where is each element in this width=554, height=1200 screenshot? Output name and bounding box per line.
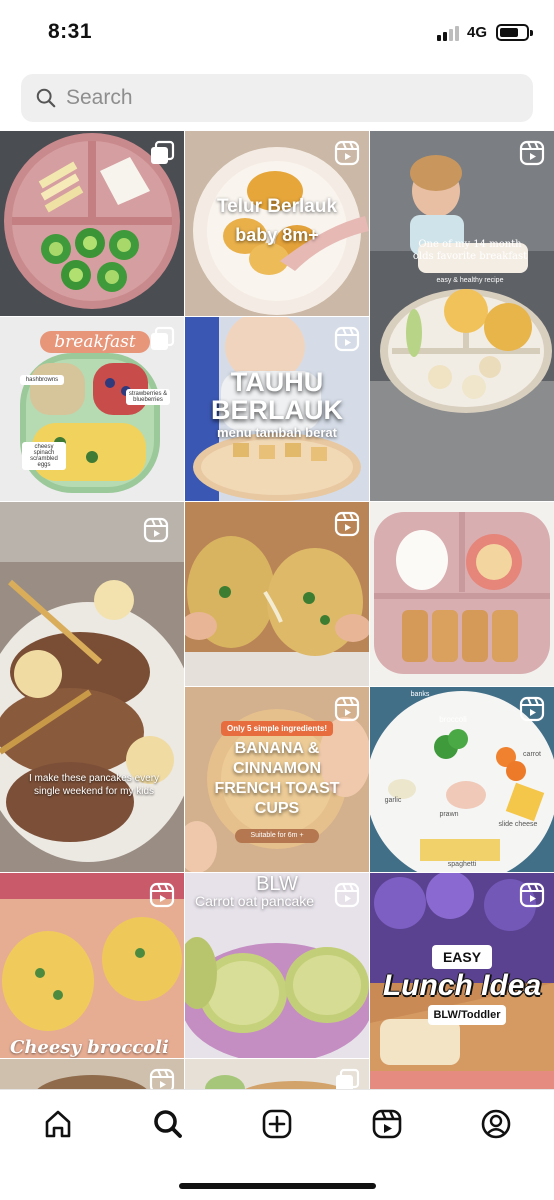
grid-tile[interactable]: I make these pancakes every single weeke…	[0, 502, 184, 872]
grid-tile[interactable]: breakfast hashbrowns strawberries & blue…	[0, 317, 184, 501]
tile-subcaption: Lunch Idea	[382, 969, 542, 1002]
tile-subcaption: menu tambah berat	[217, 425, 337, 440]
tile-caption: One of my 14 month olds favorite breakfa…	[412, 239, 528, 262]
grid-tile[interactable]: EASY Lunch Idea BLW/Toddler	[370, 873, 554, 1089]
grid-tile[interactable]: BLW Carrot oat pancake	[185, 873, 369, 1058]
reels-icon	[334, 140, 360, 166]
grid-tile[interactable]: banks broccoli carrot garlic prawn slide…	[370, 687, 554, 872]
profile-icon	[481, 1109, 511, 1139]
tile-caption: EASY	[432, 945, 492, 969]
tile-caption: Only 5 simple ingredients!	[221, 721, 333, 736]
home-indicator	[179, 1183, 376, 1189]
nav-reels[interactable]	[367, 1104, 407, 1144]
reels-icon	[334, 326, 360, 352]
tile-caption: breakfast	[40, 331, 150, 353]
nav-profile[interactable]	[476, 1104, 516, 1144]
grid-tile[interactable]: Only 5 simple ingredients! BANANA & CINN…	[185, 687, 369, 872]
reels-icon	[372, 1109, 402, 1139]
reels-icon	[149, 882, 175, 908]
carousel-icon	[151, 326, 175, 350]
reels-icon	[149, 1068, 175, 1089]
battery-icon	[496, 24, 533, 41]
grid-tile[interactable]	[0, 131, 184, 316]
nav-search[interactable]	[148, 1104, 188, 1144]
reels-icon	[143, 517, 169, 543]
tile-image	[0, 502, 184, 872]
reels-icon	[334, 511, 360, 537]
grid-tile[interactable]: TAUHU BERLAUK menu tambah berat	[185, 317, 369, 501]
status-time: 8:31	[48, 20, 93, 43]
tile-label: spaghetti	[447, 861, 477, 868]
tile-subcaption: BLW/Toddler	[428, 1005, 506, 1025]
tile-caption: I make these pancakes every single weeke…	[28, 773, 160, 797]
network-label: 4G	[467, 24, 488, 41]
tile-image	[370, 131, 554, 501]
tile-label: banks	[410, 691, 430, 698]
tile-caption: Cheesy broccoli	[10, 1037, 169, 1058]
grid-tile[interactable]	[185, 502, 369, 686]
reels-icon	[519, 882, 545, 908]
grid-tile[interactable]: One of my 14 month olds favorite breakfa…	[370, 131, 554, 501]
reels-icon	[519, 140, 545, 166]
grid-tile[interactable]	[0, 1059, 184, 1089]
tile-caption: TAUHU	[230, 367, 324, 397]
search-bar[interactable]	[21, 74, 533, 122]
tile-label: carrot	[523, 751, 541, 758]
home-icon	[45, 1110, 71, 1138]
nav-home[interactable]	[38, 1104, 78, 1144]
grid-tile[interactable]	[185, 1059, 369, 1089]
tile-label: garlic	[384, 797, 402, 804]
search-input[interactable]	[66, 86, 506, 110]
tile-label: broccoli	[439, 715, 467, 724]
tile-image	[370, 502, 554, 686]
search-icon	[36, 88, 56, 108]
reels-icon	[334, 696, 360, 722]
tile-label: cheesy spinach scrambled eggs	[22, 442, 66, 470]
tile-subcaption: baby 8m+	[235, 225, 319, 245]
tile-subcaption: BANANA & CINNAMON FRENCH TOAST CUPS	[214, 740, 340, 817]
create-icon	[262, 1109, 292, 1139]
explore-grid: Telur Berlauk baby 8m+ One of my 14 mont…	[0, 131, 554, 1089]
tile-label: hashbrowns	[20, 375, 64, 385]
reels-icon	[519, 696, 545, 722]
tile-subcaption: BERLAUK	[211, 395, 343, 425]
status-bar: 8:31 4G	[0, 0, 554, 66]
grid-tile[interactable]: Telur Berlauk baby 8m+	[185, 131, 369, 316]
tile-subcaption: Suitable for 6m +	[235, 829, 319, 843]
tile-subcaption: easy & healthy recipe	[436, 277, 504, 284]
tile-label: strawberries & blueberries	[126, 389, 170, 405]
tile-caption: Telur Berlauk	[216, 196, 338, 217]
search-icon	[154, 1110, 182, 1138]
carousel-icon	[151, 140, 175, 164]
tile-label: slide cheese	[498, 821, 538, 828]
carousel-icon	[336, 1068, 360, 1089]
signal-icon	[437, 25, 463, 41]
nav-create[interactable]	[257, 1104, 297, 1144]
grid-tile[interactable]: Cheesy broccoli	[0, 873, 184, 1058]
grid-tile[interactable]	[370, 502, 554, 686]
reels-icon	[334, 882, 360, 908]
tile-label: prawn	[439, 811, 459, 818]
